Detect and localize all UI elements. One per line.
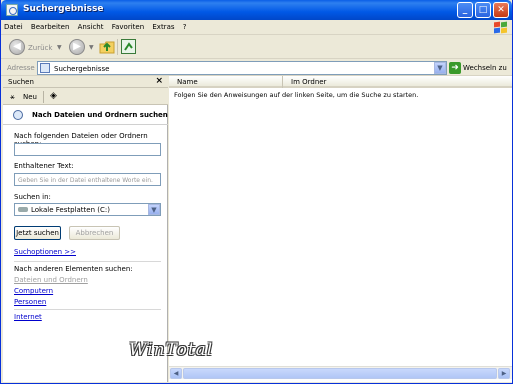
title-bar[interactable]: Suchergebnisse _ □ ✕: [1, 0, 512, 20]
people-link[interactable]: Personen: [14, 298, 46, 306]
results-pane: Name Im Ordner Folgen Sie den Anweisunge…: [169, 76, 512, 382]
close-pane-icon[interactable]: ×: [155, 76, 163, 86]
menu-bearbeiten[interactable]: Bearbeiten: [28, 20, 72, 34]
back-dropdown-icon[interactable]: ▼: [57, 44, 62, 51]
other-items-label: Nach anderen Elementen suchen:: [14, 265, 133, 273]
lookin-value: Lokale Festplatten (C:): [31, 206, 110, 214]
computers-link[interactable]: Computern: [14, 287, 53, 295]
menu-favoriten[interactable]: Favoriten: [109, 20, 147, 34]
divider: [14, 261, 161, 262]
menu-datei[interactable]: Datei: [1, 20, 26, 34]
search-section-header: Nach Dateien und Ordnern suchen: [3, 105, 168, 125]
scroll-left-icon[interactable]: ◀: [170, 368, 182, 379]
folder-up-icon[interactable]: [99, 39, 115, 54]
forward-arrow-icon[interactable]: ▶: [69, 39, 85, 55]
new-search-label[interactable]: Neu: [23, 93, 37, 101]
internet-link[interactable]: Internet: [14, 313, 42, 321]
scroll-right-icon[interactable]: ▶: [498, 368, 510, 379]
column-name[interactable]: Name: [169, 76, 283, 88]
toolbar: ◀ Zurück ▼ ▶ ▼: [1, 35, 512, 59]
cancel-button[interactable]: Abbrechen: [69, 226, 120, 240]
divider: [14, 309, 161, 310]
search-heading: Nach Dateien und Ordnern suchen: [32, 111, 168, 119]
back-arrow-icon[interactable]: ◀: [9, 39, 25, 55]
new-search-icon[interactable]: ⚹: [10, 92, 15, 102]
lookin-label: Suchen in:: [14, 193, 51, 201]
address-label: Adresse: [7, 64, 35, 72]
wintotal-watermark: WinTotal: [129, 340, 214, 360]
menu-extras[interactable]: Extras: [149, 20, 177, 34]
content-label: Enthaltener Text:: [14, 162, 74, 170]
explorer-window: Suchergebnisse _ □ ✕ Datei Bearbeiten An…: [0, 0, 513, 384]
lookin-select[interactable]: Lokale Festplatten (C:) ▼: [14, 203, 161, 216]
lookin-dropdown-icon[interactable]: ▼: [148, 204, 160, 215]
address-dropdown-icon[interactable]: ▼: [434, 62, 446, 74]
search-options-link[interactable]: Suchoptionen >>: [14, 248, 76, 256]
menu-ansicht[interactable]: Ansicht: [75, 20, 107, 34]
windows-logo-icon: [488, 21, 508, 34]
toolbar-separator: [117, 39, 118, 55]
search-pane-toolbar: ⚹ Neu ◈: [3, 88, 168, 105]
scroll-thumb[interactable]: [183, 368, 497, 379]
column-folder[interactable]: Im Ordner: [283, 76, 512, 88]
address-bar: Adresse Suchergebnisse ▼ ➜ Wechseln zu: [1, 60, 512, 76]
content-input[interactable]: Geben Sie in der Datei enthaltene Worte …: [14, 173, 161, 186]
minimize-button[interactable]: _: [457, 2, 473, 18]
search-window-icon: [6, 4, 18, 16]
go-label[interactable]: Wechseln zu: [463, 64, 507, 72]
hard-drive-icon: [18, 207, 28, 212]
horizontal-scrollbar[interactable]: ◀ ▶: [169, 366, 512, 379]
go-arrow-icon[interactable]: ➜: [449, 62, 461, 74]
files-folders-link[interactable]: Dateien und Ordnern: [14, 276, 88, 284]
address-value: Suchergebnisse: [54, 65, 110, 73]
results-message: Folgen Sie den Anweisungen auf der linke…: [174, 91, 419, 99]
menu-bar: Datei Bearbeiten Ansicht Favoriten Extra…: [1, 20, 512, 35]
maximize-button[interactable]: □: [475, 2, 491, 18]
menu-help[interactable]: ?: [180, 20, 190, 34]
magnifier-icon: [13, 110, 23, 120]
forward-dropdown-icon[interactable]: ▼: [89, 44, 94, 51]
back-label[interactable]: Zurück: [28, 44, 52, 52]
close-button[interactable]: ✕: [493, 2, 509, 18]
search-toggle-icon[interactable]: [121, 39, 136, 54]
search-options-icon[interactable]: ◈: [50, 91, 57, 101]
results-column-header: Name Im Ordner: [169, 76, 512, 88]
search-pane: Suchen × ⚹ Neu ◈ Nach Dateien und Ordner…: [3, 76, 168, 382]
search-pane-header: Suchen ×: [3, 76, 168, 88]
search-results-icon: [40, 63, 50, 73]
address-input[interactable]: Suchergebnisse ▼: [37, 61, 447, 75]
pane-toolbar-separator: [43, 91, 44, 103]
search-pane-title: Suchen: [8, 78, 34, 86]
window-title: Suchergebnisse: [23, 4, 104, 14]
search-now-button[interactable]: Jetzt suchen: [14, 226, 61, 240]
files-input[interactable]: [14, 143, 161, 156]
